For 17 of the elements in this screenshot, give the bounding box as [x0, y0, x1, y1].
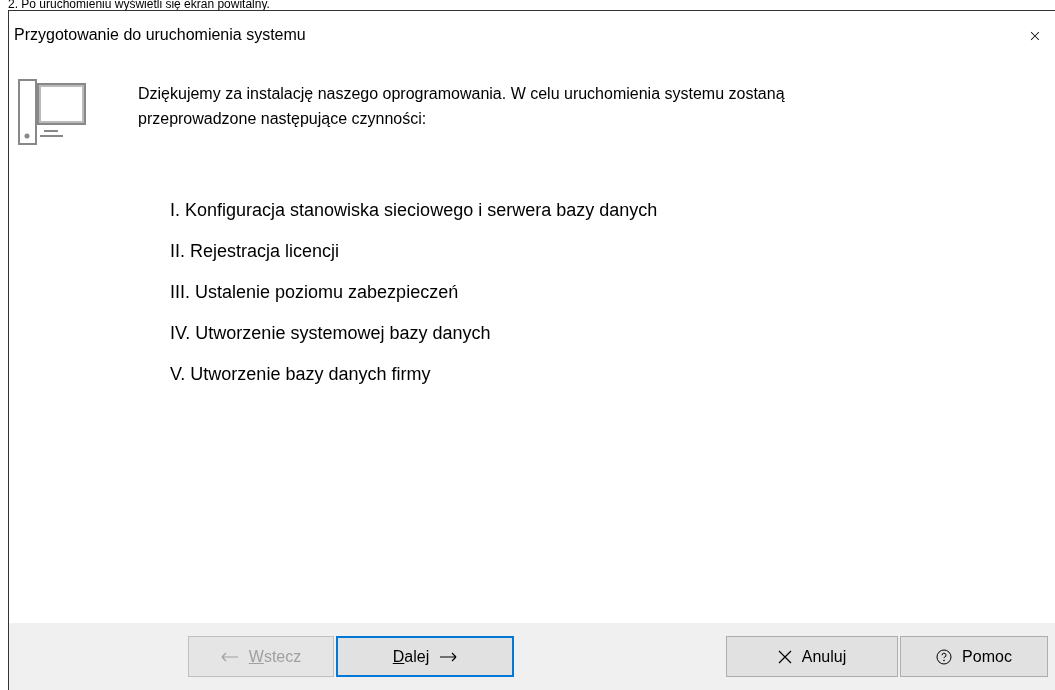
- help-icon: [936, 648, 953, 665]
- step-item: II. Rejestracja licencji: [170, 240, 341, 263]
- close-icon: [777, 649, 792, 664]
- window-title: Przygotowanie do uruchomienia systemu: [14, 26, 306, 44]
- step-item: V. Utworzenie bazy danych firmy: [170, 363, 432, 386]
- caption-text: 2. Po uruchomieniu wyświetli się ekran powitalny.: [8, 0, 270, 10]
- intro-text: Dziękujemy za instalację naszego oprogramowania. W celu uruchomienia systemu zostaną przeprowadzone następujące czynności:: [138, 84, 786, 129]
- cancel-button[interactable]: Anuluj: [726, 636, 898, 677]
- right-arrow-icon: [439, 651, 458, 662]
- help-button[interactable]: Pomoc: [900, 636, 1048, 677]
- step-item: I. Konfiguracja stanowiska sieciowego i serwera bazy danych: [170, 199, 659, 222]
- step-item: III. Ustalenie poziomu zabezpieczeń: [170, 281, 460, 304]
- step-item: IV. Utworzenie systemowej bazy danych: [170, 322, 492, 345]
- left-arrow-icon: [220, 651, 239, 662]
- close-button[interactable]: ×: [1015, 25, 1055, 45]
- next-button[interactable]: Dalej: [336, 636, 514, 677]
- computer-icon: [18, 79, 87, 146]
